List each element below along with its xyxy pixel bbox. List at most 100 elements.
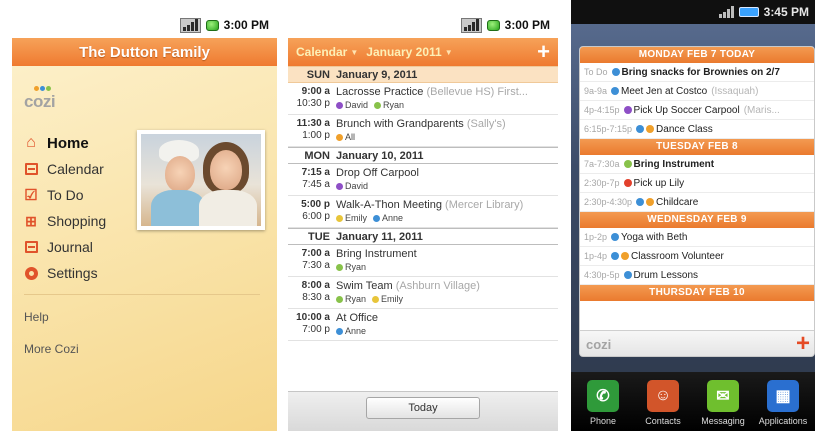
cozi-logo: cozi <box>24 92 56 111</box>
event-attendees: All <box>336 131 506 143</box>
dock-app-label: Contacts <box>645 416 681 426</box>
battery-icon <box>205 19 219 31</box>
menu-item-home[interactable]: ⌂ Home <box>24 130 106 156</box>
member-color-dot <box>611 233 620 241</box>
event-attendees: Ryan <box>336 261 417 273</box>
attendee-name: All <box>345 132 356 142</box>
add-event-button[interactable]: + <box>796 331 810 357</box>
cozi-widget[interactable]: MONDAY FEB 7 TODAY To Do Bring snacks for… <box>579 46 815 357</box>
status-time: 3:00 PM <box>223 18 269 32</box>
event-description: At Office Anne <box>336 312 378 337</box>
widget-event-title: Drum Lessons <box>633 269 698 281</box>
calendar-shape <box>24 163 38 175</box>
event-row[interactable]: 7:00 a 7:30 a Bring Instrument Ryan <box>288 245 558 277</box>
event-start: 8:00 a <box>301 280 330 291</box>
help-link[interactable]: Help <box>24 310 49 324</box>
event-times: 11:30 a 1:00 p <box>288 118 336 143</box>
attendee: All <box>336 131 355 143</box>
widget-event-time: 9a-9a <box>584 86 608 96</box>
event-attendees: Ryan Emily <box>336 293 480 305</box>
event-row[interactable]: 8:00 a 8:30 a Swim Team (Ashburn Village) R… <box>288 277 558 309</box>
status-time: 3:45 PM <box>763 5 809 19</box>
menu-item-journal[interactable]: Journal <box>24 234 106 260</box>
today-button[interactable]: Today <box>366 397 480 419</box>
menu-item-settings[interactable]: Settings <box>24 260 106 286</box>
widget-event-time: To Do <box>584 67 608 77</box>
menu-divider <box>24 294 260 295</box>
member-color-dot <box>336 296 343 303</box>
add-event-button[interactable]: + <box>537 41 550 63</box>
status-bar: 3:00 PM <box>12 12 277 38</box>
event-end: 8:30 a <box>302 292 330 303</box>
cozi-logo: cozi <box>586 337 612 352</box>
widget-event-title: Pick up Lily <box>633 177 685 189</box>
menu-item-shopping[interactable]: ⊞ Shopping <box>24 208 106 234</box>
menu-item-to-do[interactable]: ☑ To Do <box>24 182 106 208</box>
home-screen: 3:00 PM The Dutton Family cozi ⌂ Home Cale… <box>12 12 277 431</box>
event-attendees: David Ryan <box>336 99 528 111</box>
widget-event-time: 4:30p-5p <box>584 270 620 280</box>
event-description: Bring Instrument Ryan <box>336 248 417 273</box>
event-end: 1:00 p <box>302 130 330 141</box>
event-row[interactable]: 7:15 a 7:45 a Drop Off Carpool David <box>288 164 558 196</box>
chevron-down-icon: ▼ <box>444 47 453 57</box>
calendar-screen: 3:00 PM Calendar ▼ January 2011 ▼ + SUN J… <box>288 12 558 431</box>
attendee: Ryan <box>336 293 366 305</box>
event-times: 8:00 a 8:30 a <box>288 280 336 305</box>
event-row[interactable]: 5:00 p 6:00 p Walk-A-Thon Meeting (Mercer … <box>288 196 558 228</box>
more-cozi-link[interactable]: More Cozi <box>24 342 79 356</box>
member-color-dot <box>336 183 343 190</box>
family-title: The Dutton Family <box>12 38 277 66</box>
widget-event-title: Bring snacks for Brownies on 2/7 <box>621 66 780 78</box>
member-color-dot <box>646 125 655 133</box>
event-row[interactable]: 10:00 a 7:00 p At Office Anne <box>288 309 558 341</box>
messaging-icon: ✉ <box>707 380 739 412</box>
signal-icon <box>460 17 482 33</box>
dock-app-label: Messaging <box>701 416 745 426</box>
dock-app-phone[interactable]: ✆ Phone <box>575 380 631 426</box>
dock-app-applications[interactable]: ▦ Applications <box>755 380 811 426</box>
event-times: 9:00 a 10:30 p <box>288 86 336 111</box>
attendee-name: Ryan <box>345 262 367 272</box>
day-of-week: MON <box>304 149 330 162</box>
event-start: 7:00 a <box>301 248 330 259</box>
member-color-dot <box>623 179 632 187</box>
widget-event-row[interactable]: 1p-4p Classroom Volunteer <box>580 247 814 266</box>
widget-event-time: 1p-2p <box>584 232 608 242</box>
dock-app-label: Phone <box>589 416 617 426</box>
event-row[interactable]: 9:00 a 10:30 p Lacrosse Practice (Bellevue… <box>288 83 558 115</box>
day-date: January 10, 2011 <box>336 149 424 162</box>
menu-item-calendar[interactable]: Calendar <box>24 156 106 182</box>
widget-event-title: Yoga with Beth <box>621 231 688 243</box>
widget-event-row[interactable]: 4p-4:15p Pick Up Soccer Carpool (Maris... <box>580 101 814 120</box>
event-row[interactable]: 11:30 a 1:00 p Brunch with Grandparents (S… <box>288 115 558 147</box>
widget-event-title: Bring Instrument <box>633 158 715 170</box>
month-dropdown[interactable]: January 2011 ▼ <box>366 45 452 59</box>
widget-event-location: (Maris... <box>743 104 780 116</box>
widget-event-row[interactable]: 2:30p-4:30p Childcare <box>580 193 814 212</box>
view-dropdown[interactable]: Calendar ▼ <box>296 45 358 59</box>
menu-item-label: To Do <box>47 187 84 203</box>
event-times: 7:15 a 7:45 a <box>288 167 336 192</box>
widget-footer: cozi + <box>580 330 814 356</box>
widget-event-row[interactable]: 6:15p-7:15p Dance Class <box>580 120 814 139</box>
attendee-name: Ryan <box>383 100 405 110</box>
widget-event-row[interactable]: 7a-7:30a Bring Instrument <box>580 155 814 174</box>
attendee-name: David <box>345 100 369 110</box>
widget-event-row[interactable]: 1p-2p Yoga with Beth <box>580 228 814 247</box>
dock-app-messaging[interactable]: ✉ Messaging <box>695 380 751 426</box>
widget-event-row[interactable]: 4:30p-5p Drum Lessons <box>580 266 814 285</box>
calendar-icon <box>24 162 38 176</box>
widget-day-header: MONDAY FEB 7 TODAY <box>580 47 814 63</box>
widget-event-time: 2:30p-7p <box>584 178 620 188</box>
event-end: 10:30 p <box>296 98 330 109</box>
widget-event-row[interactable]: 9a-9a Meet Jen at Costco (Issaquah) <box>580 82 814 101</box>
widget-event-row[interactable]: 2:30p-7p Pick up Lily <box>580 174 814 193</box>
event-end: 7:30 a <box>302 260 330 271</box>
widget-event-row[interactable]: To Do Bring snacks for Brownies on 2/7 <box>580 63 814 82</box>
signal-icon <box>179 17 201 33</box>
event-attendees: David <box>336 180 419 192</box>
status-bar: 3:00 PM <box>288 12 558 38</box>
dock-app-contacts[interactable]: ☺ Contacts <box>635 380 691 426</box>
attendee: Ryan <box>336 261 366 273</box>
